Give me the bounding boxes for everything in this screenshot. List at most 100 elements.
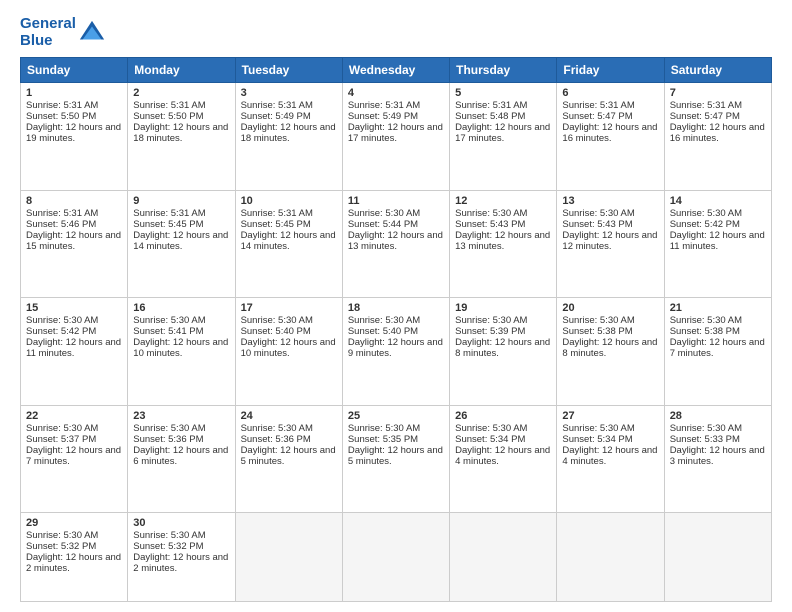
- day-number: 18: [348, 302, 444, 314]
- calendar-week-row: 29 Sunrise: 5:30 AM Sunset: 5:32 PM Dayl…: [21, 513, 772, 602]
- sunset-label: Sunset: 5:38 PM: [562, 326, 632, 337]
- day-number: 1: [26, 87, 122, 99]
- day-number: 22: [26, 410, 122, 422]
- sunset-label: Sunset: 5:50 PM: [133, 111, 203, 122]
- sunset-label: Sunset: 5:42 PM: [670, 219, 740, 230]
- sunrise-label: Sunrise: 5:30 AM: [133, 315, 205, 326]
- calendar-day-header: Sunday: [21, 58, 128, 83]
- day-number: 7: [670, 87, 766, 99]
- day-number: 14: [670, 195, 766, 207]
- logo-icon: [78, 19, 106, 47]
- daylight-label: Daylight: 12 hours and 2 minutes.: [26, 552, 121, 574]
- calendar-cell: [557, 513, 664, 602]
- sunrise-label: Sunrise: 5:31 AM: [26, 100, 98, 111]
- calendar-cell: 17 Sunrise: 5:30 AM Sunset: 5:40 PM Dayl…: [235, 298, 342, 406]
- sunset-label: Sunset: 5:36 PM: [241, 434, 311, 445]
- logo-text: General Blue: [20, 16, 76, 49]
- calendar-week-row: 22 Sunrise: 5:30 AM Sunset: 5:37 PM Dayl…: [21, 405, 772, 513]
- calendar-cell: 6 Sunrise: 5:31 AM Sunset: 5:47 PM Dayli…: [557, 83, 664, 191]
- sunset-label: Sunset: 5:45 PM: [241, 219, 311, 230]
- day-number: 20: [562, 302, 658, 314]
- calendar-cell: 13 Sunrise: 5:30 AM Sunset: 5:43 PM Dayl…: [557, 190, 664, 298]
- calendar-day-header: Tuesday: [235, 58, 342, 83]
- day-number: 12: [455, 195, 551, 207]
- day-number: 19: [455, 302, 551, 314]
- sunset-label: Sunset: 5:46 PM: [26, 219, 96, 230]
- sunset-label: Sunset: 5:44 PM: [348, 219, 418, 230]
- sunset-label: Sunset: 5:32 PM: [26, 541, 96, 552]
- sunrise-label: Sunrise: 5:30 AM: [348, 208, 420, 219]
- sunset-label: Sunset: 5:39 PM: [455, 326, 525, 337]
- sunrise-label: Sunrise: 5:30 AM: [26, 315, 98, 326]
- sunset-label: Sunset: 5:43 PM: [562, 219, 632, 230]
- sunset-label: Sunset: 5:36 PM: [133, 434, 203, 445]
- sunset-label: Sunset: 5:41 PM: [133, 326, 203, 337]
- logo: General Blue: [20, 16, 106, 49]
- day-number: 29: [26, 517, 122, 529]
- sunset-label: Sunset: 5:49 PM: [348, 111, 418, 122]
- sunset-label: Sunset: 5:37 PM: [26, 434, 96, 445]
- day-number: 28: [670, 410, 766, 422]
- sunrise-label: Sunrise: 5:30 AM: [562, 208, 634, 219]
- calendar-table: SundayMondayTuesdayWednesdayThursdayFrid…: [20, 57, 772, 602]
- calendar-cell: 29 Sunrise: 5:30 AM Sunset: 5:32 PM Dayl…: [21, 513, 128, 602]
- sunset-label: Sunset: 5:48 PM: [455, 111, 525, 122]
- sunrise-label: Sunrise: 5:30 AM: [133, 530, 205, 541]
- calendar-week-row: 15 Sunrise: 5:30 AM Sunset: 5:42 PM Dayl…: [21, 298, 772, 406]
- calendar-day-header: Saturday: [664, 58, 771, 83]
- calendar-cell: 25 Sunrise: 5:30 AM Sunset: 5:35 PM Dayl…: [342, 405, 449, 513]
- sunrise-label: Sunrise: 5:30 AM: [348, 423, 420, 434]
- day-number: 4: [348, 87, 444, 99]
- sunrise-label: Sunrise: 5:30 AM: [562, 315, 634, 326]
- calendar-day-header: Wednesday: [342, 58, 449, 83]
- calendar-cell: 18 Sunrise: 5:30 AM Sunset: 5:40 PM Dayl…: [342, 298, 449, 406]
- sunset-label: Sunset: 5:47 PM: [670, 111, 740, 122]
- daylight-label: Daylight: 12 hours and 8 minutes.: [455, 337, 550, 359]
- day-number: 24: [241, 410, 337, 422]
- header: General Blue: [20, 16, 772, 49]
- daylight-label: Daylight: 12 hours and 4 minutes.: [455, 445, 550, 467]
- calendar-day-header: Thursday: [450, 58, 557, 83]
- day-number: 11: [348, 195, 444, 207]
- calendar-week-row: 8 Sunrise: 5:31 AM Sunset: 5:46 PM Dayli…: [21, 190, 772, 298]
- calendar-cell: 26 Sunrise: 5:30 AM Sunset: 5:34 PM Dayl…: [450, 405, 557, 513]
- calendar-cell: [342, 513, 449, 602]
- daylight-label: Daylight: 12 hours and 10 minutes.: [133, 337, 228, 359]
- daylight-label: Daylight: 12 hours and 16 minutes.: [670, 122, 765, 144]
- sunset-label: Sunset: 5:38 PM: [670, 326, 740, 337]
- sunrise-label: Sunrise: 5:30 AM: [562, 423, 634, 434]
- calendar-cell: 28 Sunrise: 5:30 AM Sunset: 5:33 PM Dayl…: [664, 405, 771, 513]
- calendar-cell: 5 Sunrise: 5:31 AM Sunset: 5:48 PM Dayli…: [450, 83, 557, 191]
- daylight-label: Daylight: 12 hours and 18 minutes.: [133, 122, 228, 144]
- calendar-cell: 3 Sunrise: 5:31 AM Sunset: 5:49 PM Dayli…: [235, 83, 342, 191]
- calendar-cell: 20 Sunrise: 5:30 AM Sunset: 5:38 PM Dayl…: [557, 298, 664, 406]
- sunset-label: Sunset: 5:42 PM: [26, 326, 96, 337]
- calendar-cell: 7 Sunrise: 5:31 AM Sunset: 5:47 PM Dayli…: [664, 83, 771, 191]
- daylight-label: Daylight: 12 hours and 17 minutes.: [348, 122, 443, 144]
- sunrise-label: Sunrise: 5:31 AM: [562, 100, 634, 111]
- daylight-label: Daylight: 12 hours and 4 minutes.: [562, 445, 657, 467]
- sunset-label: Sunset: 5:49 PM: [241, 111, 311, 122]
- calendar-cell: 23 Sunrise: 5:30 AM Sunset: 5:36 PM Dayl…: [128, 405, 235, 513]
- day-number: 16: [133, 302, 229, 314]
- daylight-label: Daylight: 12 hours and 10 minutes.: [241, 337, 336, 359]
- sunrise-label: Sunrise: 5:31 AM: [241, 208, 313, 219]
- day-number: 8: [26, 195, 122, 207]
- daylight-label: Daylight: 12 hours and 8 minutes.: [562, 337, 657, 359]
- calendar-cell: 8 Sunrise: 5:31 AM Sunset: 5:46 PM Dayli…: [21, 190, 128, 298]
- day-number: 23: [133, 410, 229, 422]
- daylight-label: Daylight: 12 hours and 14 minutes.: [241, 230, 336, 252]
- calendar-cell: [664, 513, 771, 602]
- day-number: 13: [562, 195, 658, 207]
- daylight-label: Daylight: 12 hours and 16 minutes.: [562, 122, 657, 144]
- calendar-cell: 30 Sunrise: 5:30 AM Sunset: 5:32 PM Dayl…: [128, 513, 235, 602]
- sunrise-label: Sunrise: 5:30 AM: [455, 315, 527, 326]
- sunrise-label: Sunrise: 5:30 AM: [455, 423, 527, 434]
- daylight-label: Daylight: 12 hours and 9 minutes.: [348, 337, 443, 359]
- calendar-cell: 21 Sunrise: 5:30 AM Sunset: 5:38 PM Dayl…: [664, 298, 771, 406]
- daylight-label: Daylight: 12 hours and 19 minutes.: [26, 122, 121, 144]
- sunrise-label: Sunrise: 5:30 AM: [241, 315, 313, 326]
- day-number: 9: [133, 195, 229, 207]
- calendar-cell: 16 Sunrise: 5:30 AM Sunset: 5:41 PM Dayl…: [128, 298, 235, 406]
- sunset-label: Sunset: 5:34 PM: [562, 434, 632, 445]
